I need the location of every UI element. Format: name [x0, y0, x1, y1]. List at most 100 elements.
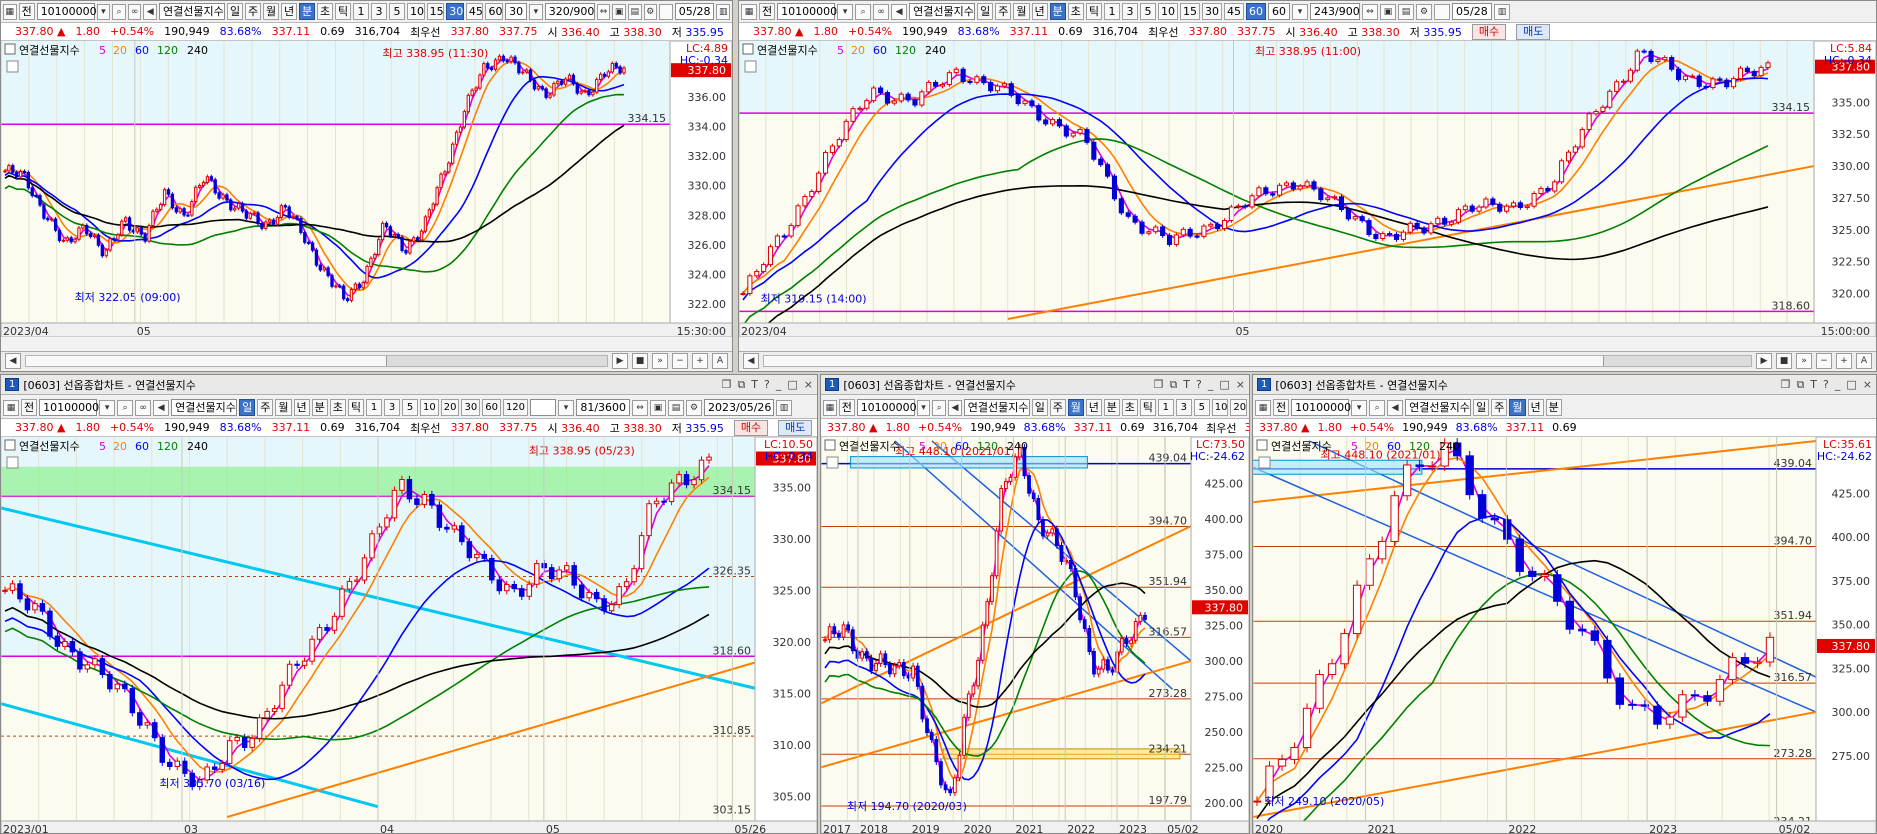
interval-10[interactable]: 10: [1211, 399, 1229, 416]
save-icon[interactable]: ▤: [627, 3, 642, 20]
count-field[interactable]: 243/900: [1310, 3, 1360, 20]
scroll-thumb[interactable]: [386, 355, 607, 366]
interval-input[interactable]: [530, 399, 557, 416]
period-day[interactable]: 일: [977, 3, 994, 20]
period-tick[interactable]: 틱: [347, 399, 364, 416]
interval-3[interactable]: 3: [384, 399, 400, 416]
window-icon[interactable]: ▦: [741, 3, 757, 20]
code-input[interactable]: 10100000: [36, 3, 97, 20]
close-icon[interactable]: ×: [1863, 378, 1872, 392]
interval-3[interactable]: 3: [371, 3, 388, 20]
chart-scrollbar[interactable]: ◀ ▶ ■» − + A: [1, 351, 732, 369]
zoom-icon[interactable]: ⇔: [1362, 3, 1378, 20]
minimize-icon[interactable]: _: [776, 378, 782, 392]
window-icon[interactable]: ▦: [1255, 399, 1271, 416]
gear-icon[interactable]: ⚙: [1416, 3, 1432, 20]
interval-15[interactable]: 15: [1180, 3, 1200, 20]
name-field[interactable]: 연결선물지수: [909, 3, 976, 20]
window-titlebar[interactable]: 1 [0603] 선옵종합차트 - 연결선물지수 ❐ ⧉ T? _ □ ×: [1253, 375, 1876, 395]
search-icon[interactable]: ⌕: [855, 3, 872, 20]
speaker-icon[interactable]: ◀: [891, 3, 908, 20]
restore-icon[interactable]: ❐: [1781, 378, 1791, 392]
zoom-in-icon[interactable]: +: [1836, 352, 1852, 369]
link-icon[interactable]: ∞: [127, 3, 142, 20]
chevron-down-icon[interactable]: ▾: [99, 399, 116, 416]
search-icon[interactable]: ⌕: [1369, 399, 1386, 416]
interval-10[interactable]: 10: [1158, 3, 1178, 20]
chevron-down-icon[interactable]: ▾: [1351, 399, 1368, 416]
period-week[interactable]: 주: [257, 399, 274, 416]
date-field[interactable]: 05/28: [1452, 3, 1492, 20]
period-year[interactable]: 년: [1527, 399, 1544, 416]
interval-120[interactable]: 120: [502, 399, 529, 416]
period-second[interactable]: 초: [329, 399, 346, 416]
font-icon[interactable]: A: [712, 352, 728, 369]
maximize-icon[interactable]: □: [1219, 378, 1229, 392]
interval-1[interactable]: 1: [366, 399, 382, 416]
interval-15[interactable]: 15: [426, 3, 445, 20]
pin-icon[interactable]: T: [1183, 378, 1190, 392]
lock-icon[interactable]: ▣: [650, 399, 667, 416]
interval-5[interactable]: 5: [389, 3, 406, 20]
price-chart[interactable]: 425.00 400.00 375.00 350.00 325.00 300.00 275.…: [1253, 436, 1876, 833]
name-field[interactable]: 연결선물지수: [171, 399, 238, 416]
link-icon[interactable]: ⧉: [1796, 378, 1804, 392]
gear-icon[interactable]: ⚙: [643, 3, 658, 20]
interval-input[interactable]: 30: [505, 3, 528, 20]
period-tick[interactable]: 틱: [335, 3, 352, 20]
checkbox[interactable]: [659, 3, 673, 20]
calendar-icon[interactable]: ▥: [1494, 3, 1510, 20]
zoom-icon[interactable]: ⇔: [596, 3, 611, 20]
calendar-icon[interactable]: ▥: [716, 3, 731, 20]
scroll-thumb[interactable]: [1602, 355, 1751, 366]
speaker-icon[interactable]: ◀: [153, 399, 170, 416]
period-year[interactable]: 년: [293, 399, 310, 416]
count-field[interactable]: 81/3600: [576, 399, 631, 416]
period-week[interactable]: 주: [995, 3, 1012, 20]
period-second[interactable]: 초: [1067, 3, 1084, 20]
help-icon[interactable]: ?: [1823, 378, 1829, 392]
period-month[interactable]: 월: [1013, 3, 1030, 20]
scroll-track[interactable]: [25, 354, 608, 367]
play-icon[interactable]: ▶: [612, 352, 628, 369]
interval-input[interactable]: 60: [1268, 3, 1290, 20]
period-minute[interactable]: 분: [299, 3, 316, 20]
pin-icon[interactable]: T: [751, 378, 758, 392]
interval-5[interactable]: 5: [1140, 3, 1156, 20]
period-day[interactable]: 일: [1473, 399, 1490, 416]
speaker-icon[interactable]: ◀: [143, 3, 158, 20]
code-input[interactable]: 10100000: [856, 399, 917, 416]
scroll-track[interactable]: [763, 354, 1752, 367]
buy-button[interactable]: 매수: [733, 419, 769, 436]
period-week[interactable]: 주: [245, 3, 262, 20]
period-month[interactable]: 월: [1067, 399, 1084, 416]
help-icon[interactable]: ?: [1196, 378, 1202, 392]
interval-20[interactable]: 20: [440, 399, 460, 416]
stop-icon[interactable]: ■: [1776, 352, 1792, 369]
price-chart[interactable]: 425.00 400.00 375.00 350.00 325.00 300.00 275.…: [821, 436, 1249, 833]
interval-30[interactable]: 30: [461, 399, 481, 416]
chevron-down-icon[interactable]: ▾: [837, 3, 854, 20]
search-icon[interactable]: ⌕: [932, 399, 947, 416]
window-titlebar[interactable]: 1 [0603] 선옵종합차트 - 연결선물지수 ❐ ⧉ T? _ □ ×: [1, 375, 817, 395]
zoom-out-icon[interactable]: −: [1816, 352, 1832, 369]
name-field[interactable]: 연결선물지수: [963, 399, 1030, 416]
link-icon[interactable]: ⧉: [737, 378, 745, 392]
scroll-left-icon[interactable]: ◀: [743, 352, 759, 369]
play-icon[interactable]: ▶: [1756, 352, 1772, 369]
speaker-icon[interactable]: ◀: [1387, 399, 1404, 416]
scroll-left-icon[interactable]: ◀: [5, 352, 21, 369]
period-week[interactable]: 주: [1049, 399, 1066, 416]
link-icon[interactable]: ∞: [873, 3, 890, 20]
minimize-icon[interactable]: _: [1835, 378, 1841, 392]
restore-icon[interactable]: ❐: [722, 378, 732, 392]
gear-icon[interactable]: ⚙: [686, 399, 703, 416]
save-icon[interactable]: ▤: [1398, 3, 1414, 20]
font-icon[interactable]: A: [1856, 352, 1872, 369]
period-minute[interactable]: 분: [311, 399, 328, 416]
chevron-down-icon[interactable]: ▾: [529, 3, 543, 20]
search-icon[interactable]: ⌕: [117, 399, 134, 416]
period-second[interactable]: 초: [1121, 399, 1138, 416]
interval-1[interactable]: 1: [1157, 399, 1174, 416]
checkbox[interactable]: [1434, 3, 1450, 20]
